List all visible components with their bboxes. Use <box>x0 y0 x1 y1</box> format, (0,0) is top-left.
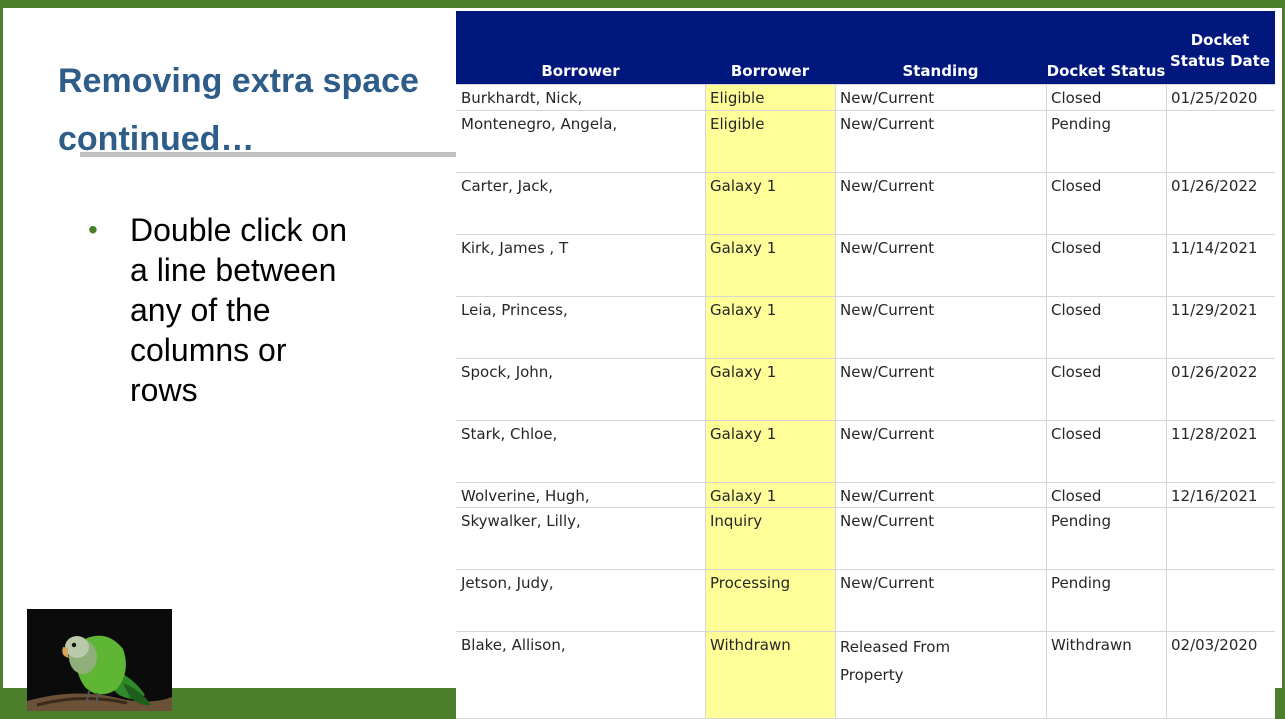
column-divider[interactable] <box>1166 84 1167 719</box>
bullet-text: Double click on a line between any of th… <box>130 212 347 408</box>
cell-standing[interactable]: New/Current <box>840 174 934 198</box>
header-standing[interactable]: Standing <box>835 61 1046 81</box>
parrot-photo <box>27 609 172 711</box>
cell-borrower[interactable]: Skywalker, Lilly, <box>461 509 581 533</box>
title-underline <box>80 152 465 157</box>
cell-borrower-group[interactable]: Galaxy 1 <box>710 360 776 384</box>
row-divider[interactable] <box>456 234 1275 235</box>
cell-docket-status-date[interactable]: 11/28/2021 <box>1171 422 1257 446</box>
row-divider[interactable] <box>456 569 1275 570</box>
cell-docket-status-date[interactable]: 01/25/2020 <box>1171 86 1257 110</box>
cell-borrower[interactable]: Wolverine, Hugh, <box>461 484 590 508</box>
cell-standing[interactable]: New/Current <box>840 422 934 446</box>
row-divider[interactable] <box>456 296 1275 297</box>
cell-standing[interactable]: New/Current <box>840 112 934 136</box>
row-divider[interactable] <box>456 172 1275 173</box>
column-divider[interactable] <box>835 84 836 719</box>
header-docket-status[interactable]: Docket Status <box>1046 61 1166 81</box>
cell-docket-status[interactable]: Closed <box>1051 422 1101 446</box>
header-borrower[interactable]: Borrower <box>456 61 705 81</box>
cell-borrower[interactable]: Stark, Chloe, <box>461 422 557 446</box>
cell-standing[interactable]: New/Current <box>840 298 934 322</box>
cell-standing[interactable]: New/Current <box>840 360 934 384</box>
cell-borrower-group[interactable]: Galaxy 1 <box>710 174 776 198</box>
spreadsheet-table: Borrower Borrower Group Standing Docket … <box>456 11 1275 719</box>
cell-docket-status-date[interactable]: 01/26/2022 <box>1171 360 1257 384</box>
cell-docket-status[interactable]: Withdrawn <box>1051 633 1132 657</box>
cell-docket-status[interactable]: Pending <box>1051 509 1111 533</box>
bullet-icon: • <box>88 214 98 245</box>
cell-docket-status-date[interactable]: 11/29/2021 <box>1171 298 1257 322</box>
cell-borrower-group[interactable]: Processing <box>710 571 790 595</box>
bullet-point: • Double click on a line between any of … <box>88 210 348 410</box>
cell-standing[interactable]: New/Current <box>840 86 934 110</box>
column-divider[interactable] <box>1046 84 1047 719</box>
header-docket-status-date[interactable]: Docket Status Date <box>1166 30 1274 72</box>
row-divider[interactable] <box>456 507 1275 508</box>
cell-docket-status[interactable]: Closed <box>1051 360 1101 384</box>
cell-standing[interactable]: New/Current <box>840 509 934 533</box>
cell-borrower[interactable]: Carter, Jack, <box>461 174 553 198</box>
cell-docket-status[interactable]: Closed <box>1051 86 1101 110</box>
cell-borrower-group[interactable]: Eligible <box>710 86 764 110</box>
cell-docket-status[interactable]: Closed <box>1051 484 1101 508</box>
parrot-image <box>27 609 172 711</box>
cell-borrower-group[interactable]: Inquiry <box>710 509 762 533</box>
cell-docket-status[interactable]: Closed <box>1051 174 1101 198</box>
cell-borrower[interactable]: Spock, John, <box>461 360 553 384</box>
row-divider[interactable] <box>456 482 1275 483</box>
cell-docket-status[interactable]: Closed <box>1051 236 1101 260</box>
cell-docket-status-date[interactable]: 02/03/2020 <box>1171 633 1257 657</box>
cell-borrower-group[interactable]: Eligible <box>710 112 764 136</box>
cell-borrower-group[interactable]: Withdrawn <box>710 633 791 657</box>
row-divider[interactable] <box>456 631 1275 632</box>
cell-docket-status[interactable]: Pending <box>1051 112 1111 136</box>
table-header-row: Borrower Borrower Group Standing Docket … <box>456 11 1275 100</box>
cell-borrower[interactable]: Montenegro, Angela, <box>461 112 617 136</box>
cell-borrower[interactable]: Kirk, James , T <box>461 236 568 260</box>
cell-standing[interactable]: New/Current <box>840 571 934 595</box>
cell-borrower-group[interactable]: Galaxy 1 <box>710 236 776 260</box>
cell-borrower[interactable]: Jetson, Judy, <box>461 571 554 595</box>
row-divider[interactable] <box>456 358 1275 359</box>
slide-title: Removing extra space continued… <box>58 62 419 158</box>
cell-borrower-group[interactable]: Galaxy 1 <box>710 298 776 322</box>
cell-borrower[interactable]: Leia, Princess, <box>461 298 568 322</box>
cell-borrower-group[interactable]: Galaxy 1 <box>710 422 776 446</box>
cell-docket-status[interactable]: Closed <box>1051 298 1101 322</box>
row-divider[interactable] <box>456 420 1275 421</box>
cell-borrower-group[interactable]: Galaxy 1 <box>710 484 776 508</box>
cell-standing[interactable]: Released From Property <box>840 633 990 689</box>
cell-standing[interactable]: New/Current <box>840 484 934 508</box>
cell-borrower[interactable]: Blake, Allison, <box>461 633 566 657</box>
row-divider[interactable] <box>456 110 1275 111</box>
cell-docket-status[interactable]: Pending <box>1051 571 1111 595</box>
row-divider[interactable] <box>456 84 1275 85</box>
slide-frame-top <box>0 0 1285 8</box>
cell-docket-status-date[interactable]: 12/16/2021 <box>1171 484 1257 508</box>
cell-standing[interactable]: New/Current <box>840 236 934 260</box>
cell-docket-status-date[interactable]: 11/14/2021 <box>1171 236 1257 260</box>
cell-docket-status-date[interactable]: 01/26/2022 <box>1171 174 1257 198</box>
cell-borrower[interactable]: Burkhardt, Nick, <box>461 86 582 110</box>
column-divider[interactable] <box>705 84 706 719</box>
